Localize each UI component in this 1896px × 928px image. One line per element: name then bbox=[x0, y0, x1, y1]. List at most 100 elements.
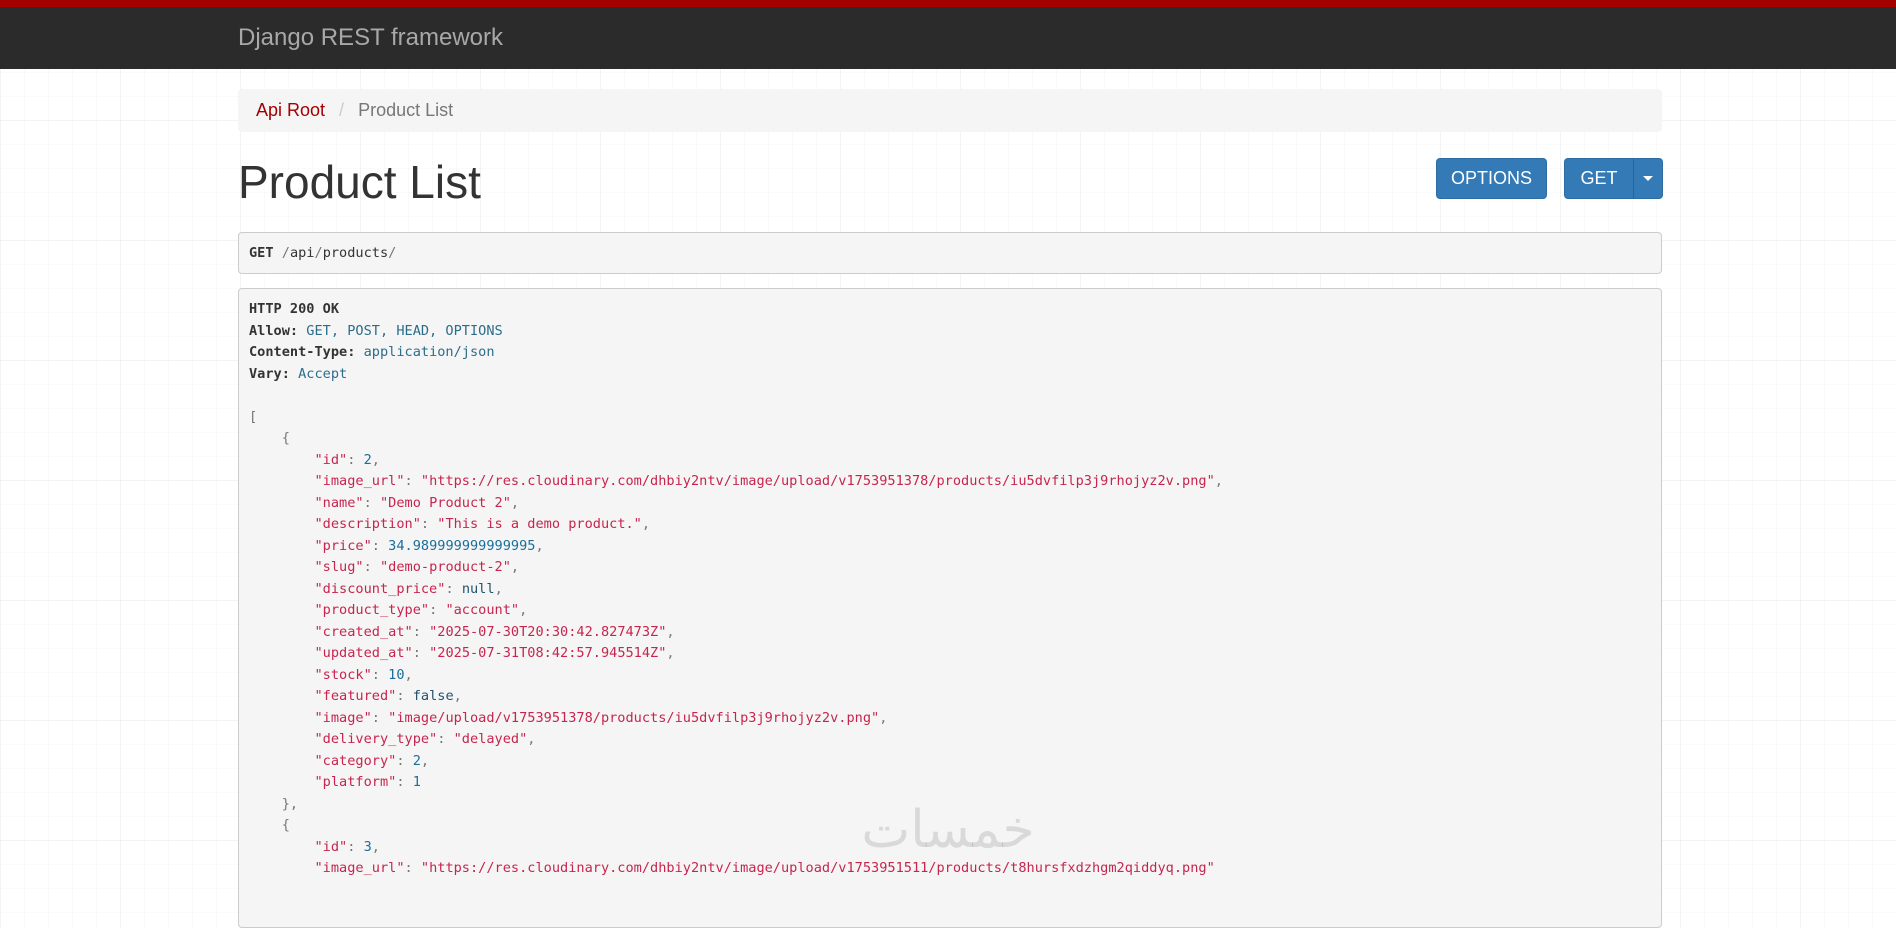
json-colon: : bbox=[404, 473, 413, 489]
json-value: false bbox=[412, 688, 454, 704]
request-info: GET /api/products/ bbox=[238, 232, 1662, 274]
response-header-line: Content-Type: application/json bbox=[249, 342, 1651, 364]
json-field: "updated_at": "2025-07-31T08:42:57.94551… bbox=[249, 643, 1651, 665]
navbar: Django REST framework bbox=[0, 7, 1896, 69]
json-value: "2025-07-30T20:30:42.827473Z" bbox=[429, 623, 667, 640]
response-status-line: HTTP 200 OK bbox=[249, 299, 1651, 321]
json-comma: , bbox=[527, 731, 536, 747]
json-key: "image_url" bbox=[314, 860, 405, 876]
json-colon: : bbox=[445, 580, 454, 597]
breadcrumb-current: Product List bbox=[358, 100, 454, 120]
json-colon: : bbox=[429, 602, 438, 618]
json-field: "category": 2, bbox=[249, 751, 1651, 773]
json-field: "featured": false, bbox=[249, 686, 1651, 708]
options-button[interactable]: OPTIONS bbox=[1436, 158, 1547, 199]
json-key: "discount_price" bbox=[314, 580, 446, 597]
response-header-name: Vary: bbox=[249, 365, 290, 382]
json-line: [ bbox=[249, 407, 1651, 429]
get-button[interactable]: GET bbox=[1564, 158, 1663, 199]
json-comma: , bbox=[371, 838, 380, 855]
json-value: 3 bbox=[363, 838, 372, 855]
json-colon: : bbox=[420, 516, 430, 532]
json-value: "image/upload/v1753951378/products/iu5dv… bbox=[388, 709, 880, 726]
request-path: /api/products/ bbox=[282, 245, 397, 261]
request-method: GET bbox=[249, 245, 274, 261]
json-value: 10 bbox=[388, 666, 405, 683]
json-field: "image_url": "https://res.cloudinary.com… bbox=[249, 471, 1651, 493]
request-path-segment: products bbox=[322, 245, 389, 261]
json-colon: : bbox=[412, 623, 421, 640]
json-comma: , bbox=[535, 537, 544, 554]
response-headers: Allow: GET, POST, HEAD, OPTIONS Content-T… bbox=[249, 321, 1651, 386]
json-value: "Demo Product 2" bbox=[379, 494, 511, 511]
page-title: Product List bbox=[238, 156, 481, 208]
get-button-label: GET bbox=[1580, 168, 1618, 188]
request-path-slash: / bbox=[281, 245, 290, 261]
json-value: 1 bbox=[412, 774, 421, 790]
json-comma: , bbox=[879, 709, 888, 726]
json-colon: : bbox=[437, 731, 446, 747]
json-key: "category" bbox=[314, 752, 397, 769]
response-header-value: GET, POST, HEAD, OPTIONS bbox=[306, 322, 503, 339]
navbar-brand[interactable]: Django REST framework bbox=[238, 24, 503, 52]
response-header-value: Accept bbox=[298, 365, 348, 382]
json-key: "price" bbox=[314, 537, 372, 554]
json-colon: : bbox=[396, 774, 405, 790]
json-key: "delivery_type" bbox=[314, 731, 438, 747]
json-comma: , bbox=[404, 666, 413, 683]
json-object-open: { bbox=[281, 817, 290, 833]
json-object-open: { bbox=[281, 430, 290, 446]
json-comma: , bbox=[666, 623, 675, 640]
breadcrumb-separator: / bbox=[339, 100, 345, 120]
json-field: "slug": "demo-product-2", bbox=[249, 557, 1651, 579]
json-field: "product_type": "account", bbox=[249, 600, 1651, 622]
json-comma: , bbox=[510, 559, 520, 575]
json-key: "platform" bbox=[314, 774, 397, 790]
json-colon: : bbox=[396, 752, 405, 769]
caret-down-icon bbox=[1643, 176, 1653, 181]
json-key: "featured" bbox=[314, 688, 397, 704]
get-format-dropdown-toggle[interactable] bbox=[1634, 176, 1662, 181]
json-value: "account" bbox=[445, 602, 520, 618]
json-field: "name": "Demo Product 2", bbox=[249, 493, 1651, 515]
json-key: "updated_at" bbox=[314, 645, 413, 661]
json-colon: : bbox=[371, 709, 380, 726]
json-field: "id": 2, bbox=[249, 450, 1651, 472]
json-value: "This is a demo product." bbox=[437, 516, 642, 532]
json-colon: : bbox=[363, 559, 372, 575]
json-value: null bbox=[461, 580, 495, 597]
json-colon: : bbox=[347, 838, 356, 855]
breadcrumb-api-root-link[interactable]: Api Root bbox=[256, 100, 325, 121]
response-header-value: application/json bbox=[363, 344, 495, 360]
json-key: "stock" bbox=[314, 666, 372, 683]
json-value: "https://res.cloudinary.com/dhbiy2ntv/im… bbox=[420, 860, 1215, 876]
json-field: "discount_price": null, bbox=[249, 579, 1651, 601]
json-line: { bbox=[249, 428, 1651, 450]
json-value: 2 bbox=[363, 451, 372, 468]
json-colon: : bbox=[412, 645, 421, 661]
json-value: 2 bbox=[412, 752, 421, 769]
json-key: "created_at" bbox=[314, 623, 413, 640]
json-field: "delivery_type": "delayed", bbox=[249, 729, 1651, 751]
response-header-name: Allow: bbox=[249, 322, 299, 339]
json-colon: : bbox=[404, 860, 413, 876]
json-comma: , bbox=[453, 688, 462, 704]
json-field: "created_at": "2025-07-30T20:30:42.82747… bbox=[249, 622, 1651, 644]
json-comma: , bbox=[641, 516, 651, 532]
json-key: "product_type" bbox=[314, 602, 430, 618]
json-colon: : bbox=[347, 451, 356, 468]
json-field: "description": "This is a demo product."… bbox=[249, 514, 1651, 536]
json-comma: , bbox=[666, 645, 675, 661]
json-value: 34.989999999999995 bbox=[388, 537, 536, 554]
watermark-logo: خمسات bbox=[861, 800, 1035, 860]
json-key: "slug" bbox=[314, 559, 364, 575]
options-button-label: OPTIONS bbox=[1450, 168, 1532, 188]
json-comma: , bbox=[510, 494, 520, 511]
json-field: "stock": 10, bbox=[249, 665, 1651, 687]
json-colon: : bbox=[363, 494, 372, 511]
json-colon: : bbox=[396, 688, 405, 704]
json-field: "image": "image/upload/v1753951378/produ… bbox=[249, 708, 1651, 730]
top-accent-stripe bbox=[0, 0, 1896, 7]
json-value: "delayed" bbox=[453, 731, 528, 747]
json-key: "name" bbox=[314, 494, 364, 511]
